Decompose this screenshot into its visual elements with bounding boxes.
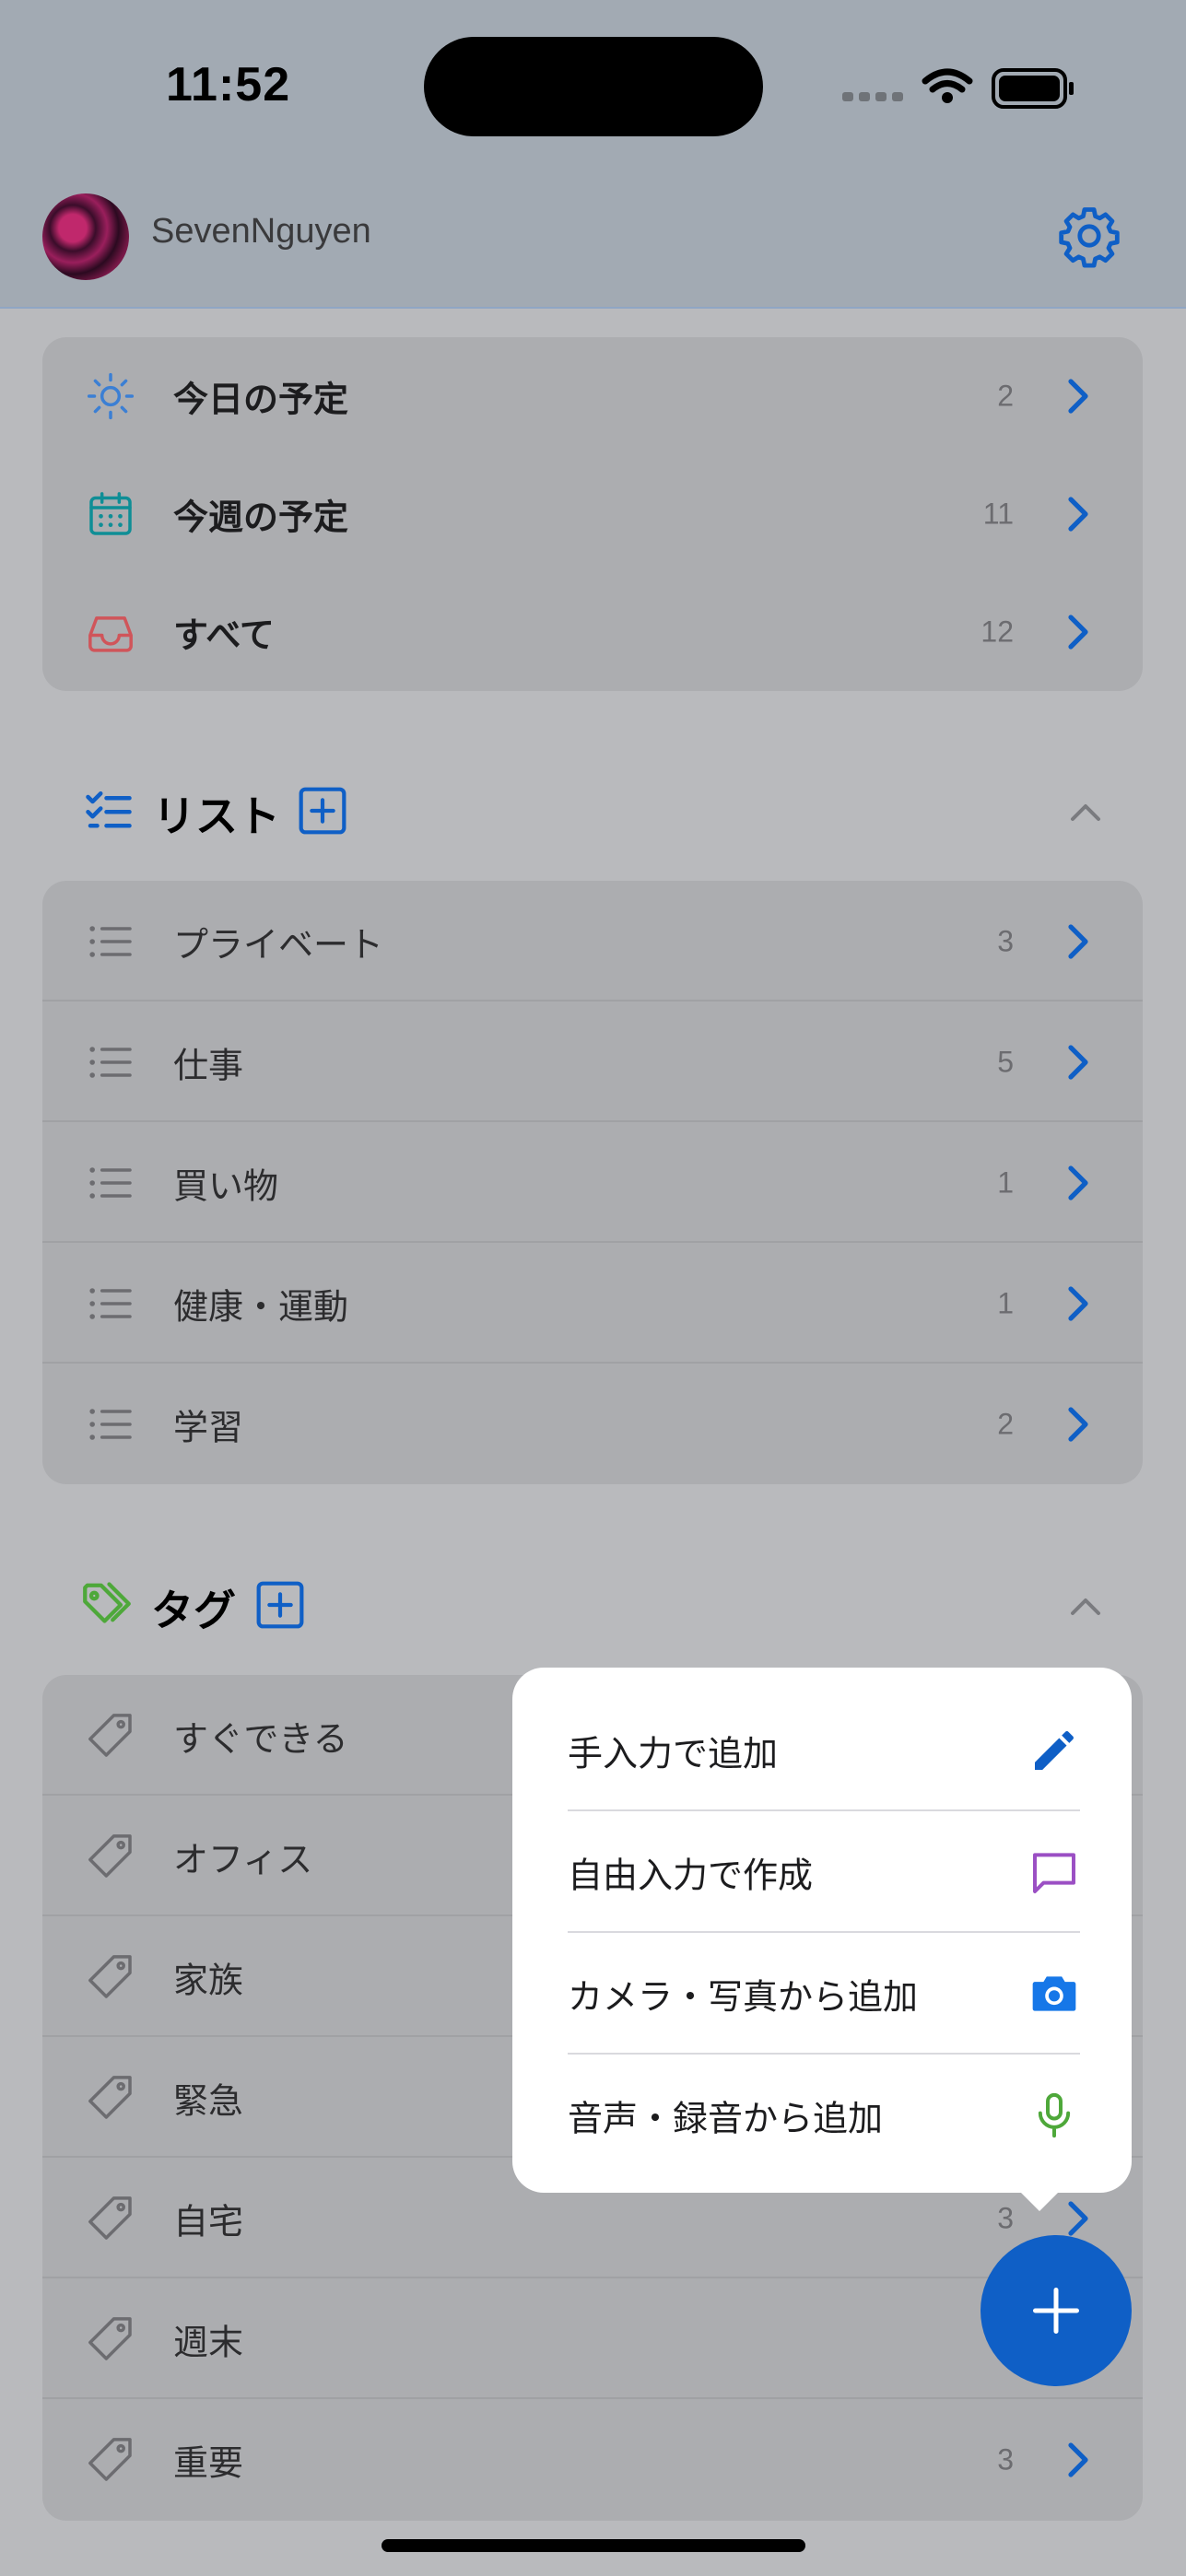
menu-pointer (1017, 2189, 1062, 2211)
tag-count: 3 (997, 2201, 1014, 2234)
list-bullet-icon (89, 1408, 132, 1440)
chevron-right-icon (1068, 2441, 1088, 2477)
add-list-button[interactable] (297, 785, 348, 837)
list-label: 仕事 (173, 1045, 244, 1085)
status-icons (842, 68, 1074, 109)
tag-icon (88, 1833, 132, 1878)
status-bar: 11:52 (0, 0, 1186, 175)
menu-item-label: 自由入力で作成 (568, 1855, 814, 1895)
plus-icon (1033, 2288, 1079, 2334)
username[interactable]: SevenNguyen (151, 212, 371, 252)
smart-list-today[interactable]: 今日の予定 2 (42, 337, 1143, 455)
menu-item-free-input[interactable]: 自由入力で作成 (568, 1811, 1080, 1932)
list-bullet-icon (89, 1166, 132, 1199)
tag-label: 家族 (173, 1960, 244, 2000)
chevron-right-icon (1068, 2200, 1088, 2236)
list-count: 5 (997, 1045, 1014, 1078)
tag-count: 3 (997, 2442, 1014, 2476)
tag-label: 自宅 (173, 2201, 244, 2242)
lists-card: プライベート 3 仕事 5 買い物 1 健康・運動 1 学習 2 (42, 881, 1143, 1484)
collapse-lists-chevron-up-icon[interactable] (1067, 798, 1104, 825)
list-item[interactable]: プライベート 3 (42, 881, 1143, 1001)
cellular-signal-icon (842, 92, 903, 101)
tag-item[interactable]: 週末 (42, 2278, 1143, 2399)
add-tag-button[interactable] (254, 1579, 306, 1631)
list-label: 買い物 (173, 1165, 279, 1206)
home-indicator[interactable] (382, 2539, 805, 2552)
list-item[interactable]: 学習 2 (42, 1364, 1143, 1484)
tag-icon (88, 1713, 132, 1757)
avatar[interactable] (42, 193, 129, 280)
list-label: 学習 (173, 1407, 244, 1447)
tag-label: 緊急 (173, 2080, 244, 2121)
microphone-icon (1038, 2092, 1071, 2137)
smart-list-week[interactable]: 今週の予定 11 (42, 455, 1143, 573)
checklist-icon (86, 791, 132, 828)
status-time: 11:52 (166, 58, 291, 111)
tags-section-title: タグ (151, 1586, 236, 1635)
chat-bubble-icon (1033, 1852, 1075, 1893)
list-count: 1 (997, 1165, 1014, 1199)
smart-list-count: 11 (982, 497, 1014, 531)
tag-item[interactable]: 重要 3 (42, 2399, 1143, 2520)
add-task-fab-button[interactable] (981, 2235, 1132, 2386)
tag-icon (88, 2075, 132, 2119)
chevron-right-icon (1068, 497, 1088, 532)
list-count: 1 (997, 1286, 1014, 1319)
menu-item-label: カメラ・写真から追加 (568, 1976, 919, 2017)
add-task-menu: 手入力で追加 自由入力で作成 カメラ・写真から追加 音声・録音から追加 (512, 1668, 1132, 2193)
list-item[interactable]: 買い物 1 (42, 1122, 1143, 1243)
list-bullet-icon (89, 925, 132, 957)
tag-icon (88, 1954, 132, 1998)
chevron-right-icon (1068, 1285, 1088, 1321)
smart-list-all[interactable]: すべて 12 (42, 573, 1143, 691)
smart-list-label: 今週の予定 (173, 497, 349, 538)
chevron-right-icon (1068, 923, 1088, 959)
list-item[interactable]: 健康・運動 1 (42, 1243, 1143, 1364)
menu-item-label: 手入力で追加 (568, 1733, 779, 1774)
tag-icon (88, 2437, 132, 2481)
sun-icon (87, 372, 135, 420)
pencil-icon (1035, 1730, 1074, 1770)
gear-icon[interactable] (1056, 203, 1122, 269)
menu-item-camera-add[interactable]: カメラ・写真から追加 (568, 1933, 1080, 2054)
tag-label: 重要 (173, 2442, 244, 2483)
menu-item-label: 音声・録音から追加 (568, 2098, 884, 2138)
calendar-icon (89, 492, 132, 535)
chevron-right-icon (1068, 379, 1088, 414)
list-bullet-icon (89, 1287, 132, 1319)
smart-list-count: 2 (997, 379, 1014, 413)
wifi-icon (922, 68, 973, 93)
smart-list-label: 今日の予定 (173, 379, 349, 420)
smart-list-label: すべて (173, 615, 275, 656)
tags-icon (83, 1582, 131, 1623)
list-label: プライベート (173, 924, 384, 965)
chevron-right-icon (1068, 1165, 1088, 1200)
list-bullet-icon (89, 1046, 132, 1078)
tag-icon (88, 2316, 132, 2360)
profile-header: SevenNguyen (0, 175, 1186, 309)
lists-section-title: リスト (153, 791, 280, 841)
smart-list-count: 12 (981, 615, 1014, 649)
dynamic-island (424, 37, 763, 136)
tag-icon (88, 2195, 132, 2240)
tag-label: 週末 (173, 2322, 244, 2362)
list-label: 健康・運動 (173, 1286, 349, 1327)
collapse-tags-chevron-up-icon[interactable] (1067, 1592, 1104, 1620)
inbox-icon (88, 616, 133, 652)
chevron-right-icon (1068, 1406, 1088, 1442)
list-count: 2 (997, 1407, 1014, 1440)
list-item[interactable]: 仕事 5 (42, 1001, 1143, 1122)
smart-lists-card: 今日の予定 2 今週の予定 11 すべて 12 (42, 337, 1143, 691)
chevron-right-icon (1068, 1044, 1088, 1080)
chevron-right-icon (1068, 615, 1088, 650)
menu-item-voice-add[interactable]: 音声・録音から追加 (568, 2055, 1080, 2175)
menu-item-manual-add[interactable]: 手入力で追加 (568, 1690, 1080, 1810)
camera-icon (1032, 1975, 1076, 2011)
tag-label: オフィス (173, 1839, 313, 1879)
list-count: 3 (997, 924, 1014, 957)
battery-icon (992, 68, 1074, 109)
tag-label: すぐできる (173, 1718, 348, 1759)
